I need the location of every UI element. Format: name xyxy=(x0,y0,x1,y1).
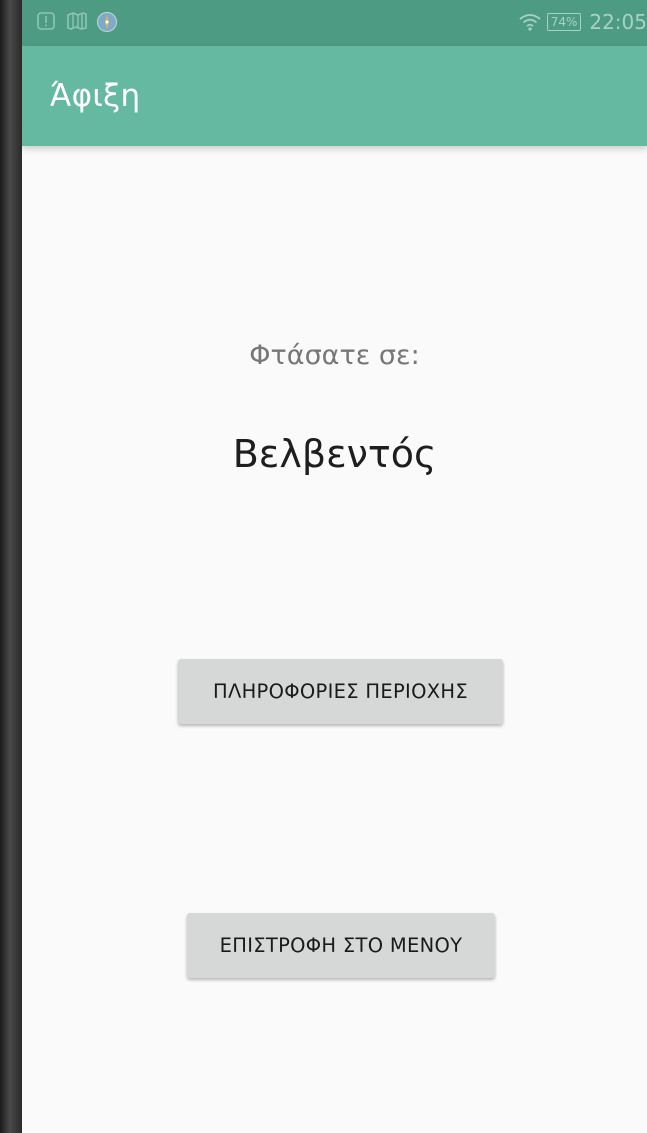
status-bar: 74% 22:05 xyxy=(22,0,647,46)
status-icons-left xyxy=(36,11,118,33)
clock: 22:05 xyxy=(589,10,647,34)
arrived-label: Φτάσατε σε: xyxy=(249,340,420,371)
wifi-icon xyxy=(519,12,541,32)
destination-name: Βελβεντός xyxy=(232,432,437,476)
map-icon xyxy=(66,11,87,31)
battery-indicator: 74% xyxy=(546,13,582,31)
device-bezel xyxy=(0,0,22,1133)
area-info-button[interactable]: ΠΛΗΡΟΦΟΡΙΕΣ ΠΕΡΙΟΧΗΣ xyxy=(178,659,503,724)
main-content: Φτάσατε σε: Βελβεντός ΠΛΗΡΟΦΟΡΙΕΣ ΠΕΡΙΟΧ… xyxy=(22,146,647,1133)
phone-screen: 74% 22:05 Άφιξη Φτάσατε σε: Βελβεντός ΠΛ… xyxy=(22,0,647,1133)
compass-icon xyxy=(96,11,118,33)
page-title: Άφιξη xyxy=(50,78,141,114)
alert-icon xyxy=(36,11,56,31)
back-to-menu-button[interactable]: ΕΠΙΣΤΡΟΦΗ ΣΤΟ ΜΕΝΟΥ xyxy=(187,913,495,978)
status-icons-right: 74% 22:05 xyxy=(519,10,647,34)
app-bar: Άφιξη xyxy=(22,46,647,146)
